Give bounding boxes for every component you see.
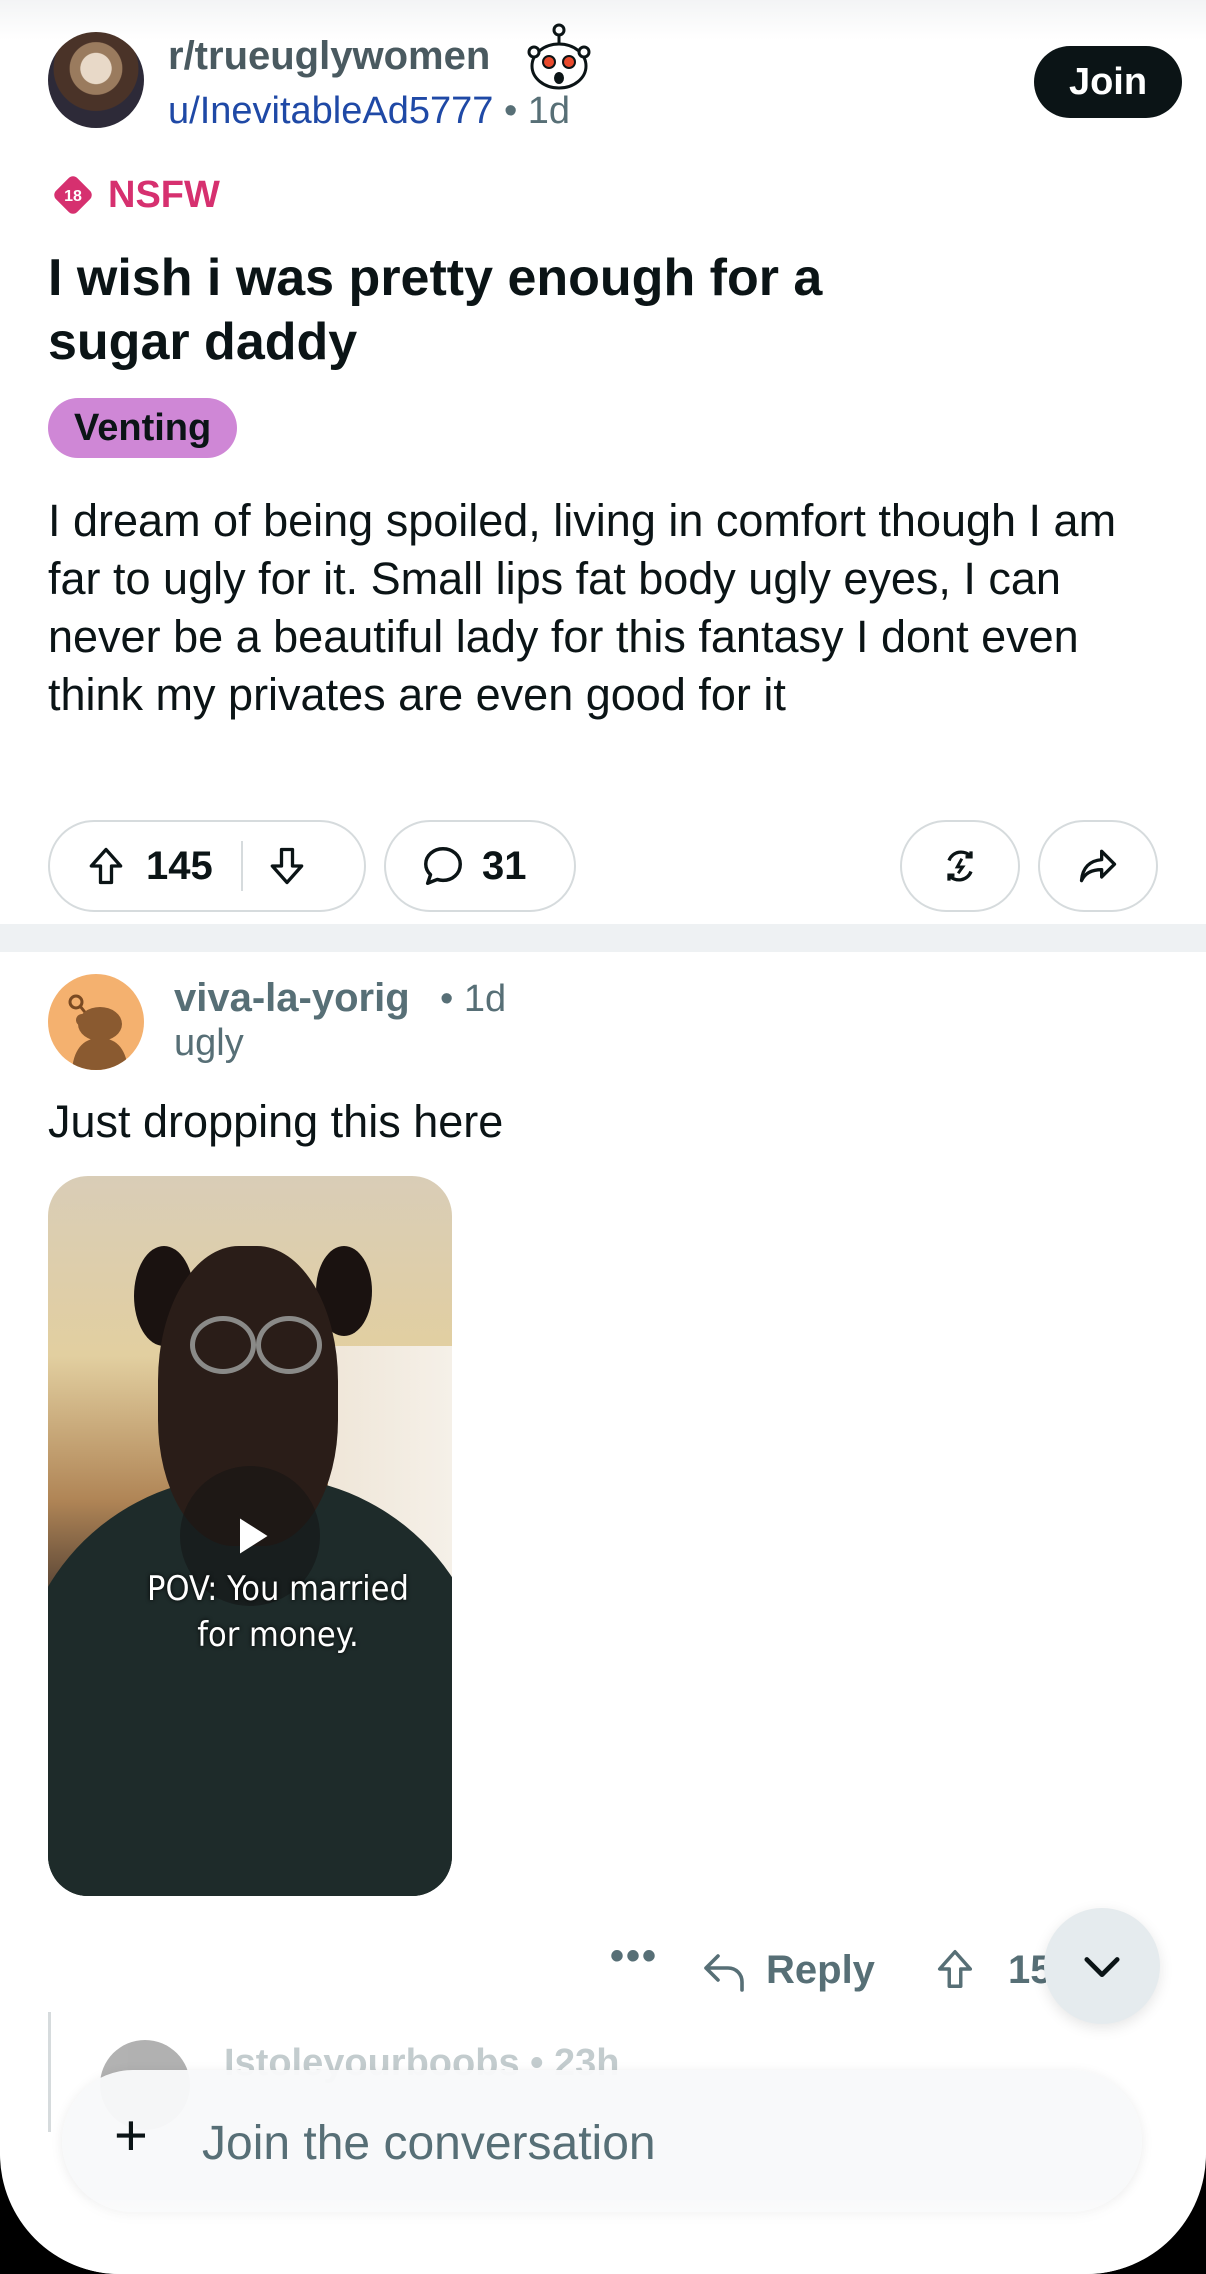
post-age: • 1d xyxy=(503,90,571,132)
post-author[interactable]: u/InevitableAd5777 xyxy=(168,90,493,132)
award-button[interactable] xyxy=(900,820,1020,912)
subreddit-avatar[interactable] xyxy=(48,32,144,128)
subreddit-name[interactable]: r/trueuglywomen xyxy=(168,34,490,79)
commenter-flair: ugly xyxy=(174,1022,244,1064)
section-divider xyxy=(0,924,1206,952)
nsfw-diamond-icon: 18 xyxy=(54,176,92,214)
upvote-icon[interactable] xyxy=(84,844,128,888)
nsfw-badge-number: 18 xyxy=(64,188,82,205)
share-button[interactable] xyxy=(1038,820,1158,912)
more-options-button[interactable]: ••• xyxy=(610,1934,658,1979)
video-caption: POV: You married for money. xyxy=(48,1566,452,1658)
video-person-glasses-right xyxy=(256,1316,322,1374)
snoo-avatar-icon xyxy=(68,994,128,1070)
comment-age: • 1d xyxy=(440,978,507,1020)
comment-icon xyxy=(424,847,462,885)
vote-pill: 145 xyxy=(48,820,366,912)
snoo-shocked-icon xyxy=(527,23,591,90)
comment-text: Just dropping this here xyxy=(48,1096,504,1147)
video-person-glasses-left xyxy=(190,1316,256,1374)
post-title: I wish i was pretty enough for a sugar d… xyxy=(48,249,823,371)
upvote-count: 145 xyxy=(146,843,213,888)
nsfw-tag: 18 NSFW xyxy=(50,172,220,218)
comments-button[interactable]: 31 xyxy=(384,820,576,912)
reply-icon[interactable] xyxy=(700,1950,748,1994)
post-flair[interactable]: Venting xyxy=(48,398,238,458)
reply-button[interactable]: Reply xyxy=(766,1948,875,1993)
share-icon xyxy=(1079,849,1117,883)
award-icon xyxy=(947,850,973,882)
post-screen: r/trueuglywomen u/InevitableAd5777 • 1d … xyxy=(0,0,1206,2274)
bottom-fade xyxy=(0,2200,1206,2274)
comment-count: 31 xyxy=(482,843,527,888)
comment-video[interactable]: POV: You married for money. xyxy=(48,1176,452,1896)
vote-separator xyxy=(240,841,243,891)
join-button[interactable]: Join xyxy=(1034,46,1182,118)
next-comment-button[interactable] xyxy=(1044,1908,1160,2024)
composer-placeholder: Join the conversation xyxy=(202,2117,656,2170)
chevron-down-icon xyxy=(1084,1957,1120,1978)
thread-line xyxy=(48,2012,51,2132)
video-caption-line-1: POV: You married xyxy=(147,1569,409,1609)
video-caption-line-2: for money. xyxy=(197,1615,359,1655)
play-icon xyxy=(240,1518,268,1554)
commenter-avatar[interactable] xyxy=(48,974,144,1070)
comment-upvote-icon[interactable] xyxy=(932,1946,978,1992)
post-body: I dream of being spoiled, living in comf… xyxy=(48,495,1117,720)
comment-composer[interactable]: + Join the conversation xyxy=(62,2070,1142,2212)
downvote-icon[interactable] xyxy=(265,844,309,888)
post-author-line: u/InevitableAd5777 • 1d xyxy=(168,90,570,133)
commenter-name[interactable]: viva-la-yorig xyxy=(174,976,410,1021)
comment-upvote-count: 15 xyxy=(1008,1948,1046,1992)
nsfw-label: NSFW xyxy=(108,173,220,216)
plus-icon[interactable]: + xyxy=(114,2102,148,2169)
